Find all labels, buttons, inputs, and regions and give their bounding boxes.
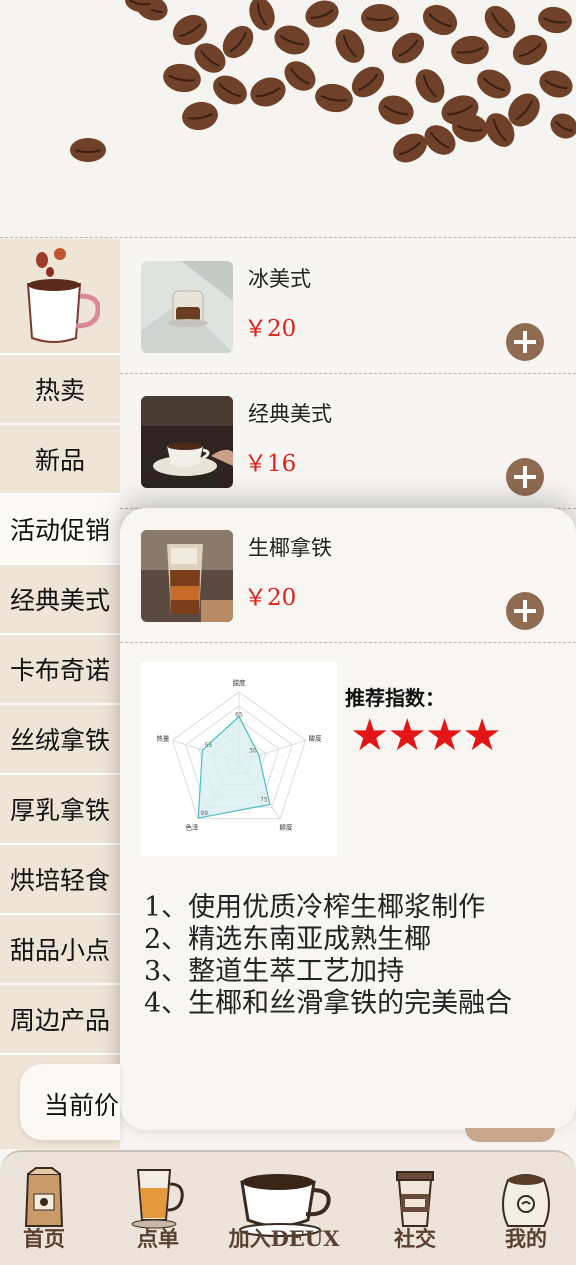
coffee-bean: [250, 77, 286, 107]
coffee-bean: [315, 83, 353, 113]
current-price-bar: 当前价: [20, 1064, 120, 1140]
radar-axis-label: 色泽: [185, 823, 199, 832]
coffee-bean: [274, 25, 310, 55]
recommend-label: 推荐指数：: [345, 686, 445, 710]
product-name: 冰美式: [248, 267, 311, 291]
tab-label: 首页: [23, 1226, 65, 1251]
coffee-bean: [512, 34, 548, 66]
category-sidebar: 热卖 新品 活动促销 经典美式 卡布奇诺 丝绒拿铁 厚乳拿铁 烘培轻食 甜品小点…: [0, 239, 120, 1149]
tab-label: 我的: [505, 1226, 547, 1251]
iced-coffee-icon: [131, 1169, 184, 1229]
sidebar-item-promotion[interactable]: 活动促销: [0, 495, 120, 565]
coffee-sack-icon: [502, 1174, 550, 1227]
sidebar-item-velvet-latte[interactable]: 丝绒拿铁: [0, 705, 120, 775]
product-list: 冰美式 ￥20 经典美式 ￥16: [120, 239, 576, 509]
product-name: 经典美式: [248, 402, 332, 426]
confirm-button[interactable]: [465, 1128, 555, 1142]
description-line: 2、精选东南亚成熟生椰: [144, 924, 432, 955]
coffee-bean: [451, 35, 489, 65]
flavor-radar-chart: 65 30 75 99 55 甜度酸度醇度 色泽 热量: [141, 662, 337, 856]
coffee-bean: [213, 75, 247, 105]
sidebar-item-label: 丝绒拿铁: [9, 726, 110, 755]
sidebar-item-cappuccino[interactable]: 卡布奇诺: [0, 635, 120, 705]
sidebar-item-dessert[interactable]: 甜品小点: [0, 915, 120, 985]
tab-label: 点单: [137, 1226, 179, 1251]
sidebar-item-label: 烘培轻食: [9, 866, 110, 895]
add-button[interactable]: [506, 592, 544, 630]
product-image: [141, 530, 233, 622]
coffee-bean: [539, 70, 573, 98]
product-price: ￥20: [244, 316, 297, 342]
coffee-bean: [422, 4, 458, 36]
sidebar-item-milk-latte[interactable]: 厚乳拿铁: [0, 775, 120, 845]
coffee-bean: [163, 63, 201, 93]
description-line: 1、使用优质冷榨生椰浆制作: [144, 892, 486, 923]
tab-label: 加入DEUX: [228, 1226, 340, 1251]
sidebar-item-label: 活动促销: [9, 516, 110, 545]
sidebar-item-label: 甜品小点: [9, 936, 110, 965]
sidebar-item-merch[interactable]: 周边产品: [0, 985, 120, 1055]
detail-product[interactable]: 生椰拿铁 ￥20: [120, 508, 576, 643]
tab-order[interactable]: 点单: [120, 1152, 196, 1265]
bottom-tab-bar: 首页 点单 加入DEUX 社交 我的: [0, 1150, 576, 1265]
radar-value-label: 55: [205, 742, 213, 749]
coffee-bean: [415, 69, 445, 103]
add-button[interactable]: [506, 458, 544, 496]
radar-value-label: 30: [249, 748, 257, 755]
coffee-bean: [335, 29, 365, 63]
sidebar-item-label: 热卖: [34, 376, 85, 405]
tab-join[interactable]: 加入DEUX: [222, 1152, 346, 1265]
sidebar-item-americano[interactable]: 经典美式: [0, 565, 120, 635]
product-price: ￥16: [244, 451, 297, 477]
coffee-bag-icon: [24, 1167, 64, 1227]
sidebar-item-label: 新品: [34, 446, 85, 475]
radar-value-label: 75: [260, 796, 268, 803]
product-image: [141, 261, 233, 353]
coffee-bean: [378, 95, 414, 125]
takeaway-cup-icon: [396, 1171, 434, 1227]
product-description: 1、使用优质冷榨生椰浆制作 2、精选东南亚成熟生椰 3、整道生萃工艺加持 4、生…: [144, 892, 512, 1020]
sidebar-item-bakery[interactable]: 烘培轻食: [0, 845, 120, 915]
sidebar-item-label: 卡布奇诺: [9, 656, 110, 685]
product-detail-card: 生椰拿铁 ￥20 65 30 75 99 55 甜度酸度醇度 色泽 热量 推荐指数： ★★★★…: [120, 508, 576, 1130]
coffee-bean: [484, 5, 516, 39]
tab-label: 社交: [394, 1226, 436, 1251]
tab-social[interactable]: 社交: [380, 1152, 450, 1265]
coffee-bean: [182, 101, 218, 131]
radar-value-label: 99: [200, 810, 208, 817]
sidebar-item-label: 经典美式: [9, 586, 110, 615]
list-item[interactable]: 经典美式 ￥16: [120, 374, 576, 509]
coffee-beans-image: [70, 0, 576, 163]
coffee-bean: [538, 6, 572, 34]
tab-home[interactable]: 首页: [8, 1152, 80, 1265]
radar-axis-label: 醇度: [280, 823, 294, 832]
list-item[interactable]: 冰美式 ￥20: [120, 239, 576, 374]
description-line: 4、生椰和丝滑拿铁的完美融合: [144, 988, 513, 1019]
sidebar-item-hot[interactable]: 热卖: [0, 355, 120, 425]
hero-banner: [0, 0, 576, 238]
divider: [0, 237, 576, 238]
product-price: ￥20: [244, 585, 297, 611]
radar-axis-label: 酸度: [309, 733, 323, 742]
add-button[interactable]: [506, 323, 544, 361]
product-image: [141, 396, 233, 488]
radar-axis-label: 甜度: [233, 678, 247, 687]
tab-profile[interactable]: 我的: [490, 1152, 562, 1265]
coffee-bean: [391, 32, 425, 64]
description-line: 3、整道生萃工艺加持: [144, 956, 405, 987]
radar-value-label: 65: [235, 712, 243, 719]
sidebar-item-label: 周边产品: [9, 1006, 110, 1035]
radar-chart: 65 30 75 99 55 甜度酸度醇度 色泽 热量: [156, 678, 323, 832]
radar-axis-label: 热量: [156, 733, 170, 742]
sidebar-item-label: 厚乳拿铁: [9, 796, 110, 825]
coffee-bean: [477, 69, 511, 99]
product-name: 生椰拿铁: [248, 536, 332, 560]
coffee-mug-icon: [0, 239, 120, 355]
star-rating: ★★★★: [350, 710, 502, 761]
sidebar-item-new[interactable]: 新品: [0, 425, 120, 495]
current-price-label: 当前价: [44, 1091, 120, 1120]
